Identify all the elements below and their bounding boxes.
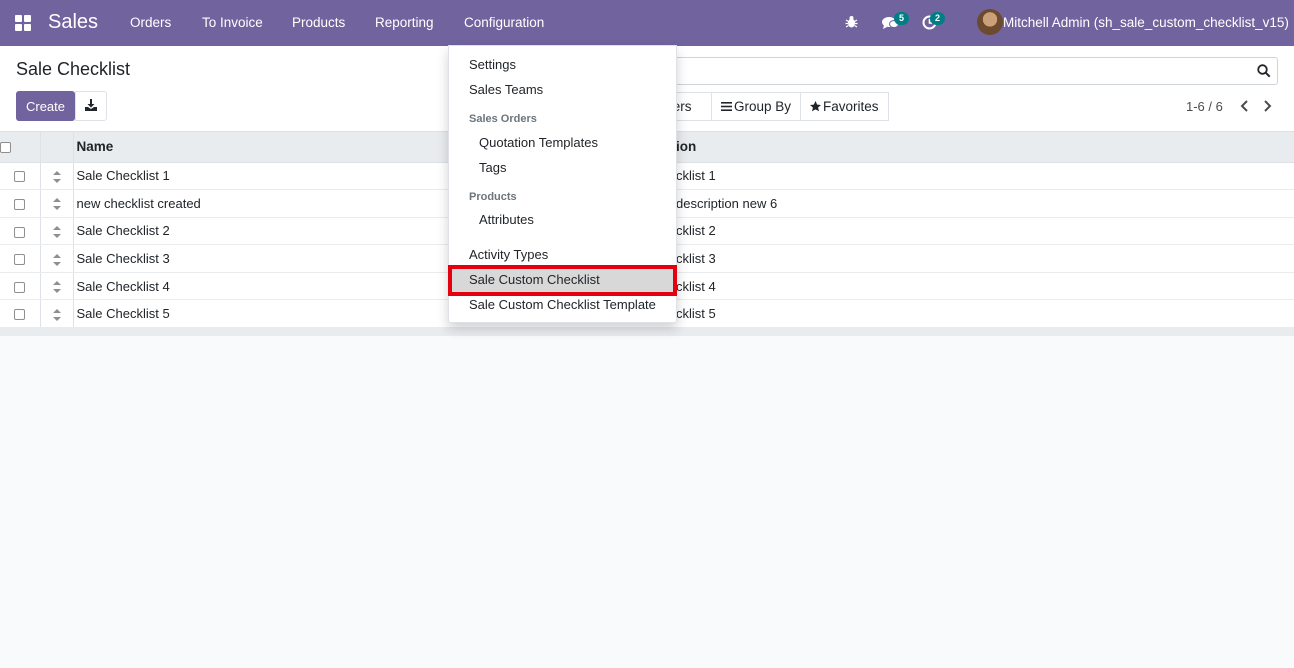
menu-item-sale-custom-checklist-template[interactable]: Sale Custom Checklist Template: [449, 293, 676, 317]
apps-menu-icon[interactable]: [15, 15, 32, 32]
menu-item-sales-teams[interactable]: Sales Teams: [449, 78, 676, 102]
download-icon: [85, 98, 97, 111]
user-avatar[interactable]: [977, 9, 1003, 35]
favorites-button[interactable]: Favorites: [800, 92, 889, 121]
row-handle-cell: [39, 217, 74, 246]
favorites-label: Favorites: [823, 99, 879, 114]
row-handle-cell: [39, 189, 74, 218]
drag-handle-icon[interactable]: [52, 281, 61, 294]
drag-handle-icon[interactable]: [52, 253, 61, 266]
activities-badge: 2: [930, 12, 946, 25]
column-header-description[interactable]: ion: [673, 132, 1294, 163]
row-description[interactable]: cklist 3: [673, 244, 1294, 273]
drag-handle-icon[interactable]: [52, 198, 61, 211]
row-description[interactable]: cklist 2: [673, 217, 1294, 246]
menu-item-sale-custom-checklist[interactable]: Sale Custom Checklist: [449, 268, 676, 292]
menu-reporting[interactable]: Reporting: [375, 15, 434, 30]
menu-to-invoice[interactable]: To Invoice: [202, 15, 263, 30]
row-handle-cell: [39, 272, 74, 301]
configuration-dropdown: Settings Sales Teams Sales Orders Quotat…: [448, 45, 677, 323]
row-handle-cell: [39, 162, 74, 191]
row-checkbox[interactable]: [14, 226, 26, 238]
drag-handle-icon[interactable]: [52, 170, 61, 183]
app-brand[interactable]: Sales: [48, 11, 98, 34]
messages-badge: 5: [894, 12, 910, 25]
menu-orders[interactable]: Orders: [130, 15, 171, 30]
row-checkbox-cell: [0, 189, 40, 218]
group-by-button[interactable]: Group By: [711, 92, 802, 121]
menu-products[interactable]: Products: [292, 15, 345, 30]
search-options: ilters Group By Favorites: [639, 92, 889, 121]
handle-header: [39, 132, 74, 163]
page-title: Sale Checklist: [16, 59, 131, 79]
top-navbar: Sales Orders To Invoice Products Reporti…: [0, 0, 1294, 46]
search-box: [640, 57, 1278, 85]
row-handle-cell: [39, 244, 74, 273]
menu-section-sales-orders: Sales Orders: [469, 113, 537, 125]
row-checkbox-cell: [0, 244, 40, 273]
row-description[interactable]: description new 6: [673, 189, 1294, 218]
row-handle-cell: [39, 299, 74, 329]
row-description[interactable]: cklist 1: [673, 162, 1294, 191]
row-description[interactable]: cklist 5: [673, 299, 1294, 329]
pager-next-icon[interactable]: [1260, 98, 1274, 114]
export-button[interactable]: [75, 91, 107, 121]
row-checkbox-cell: [0, 272, 40, 301]
user-menu[interactable]: Mitchell Admin (sh_sale_custom_checklist…: [1003, 15, 1289, 30]
group-by-icon: [721, 102, 732, 111]
search-input[interactable]: [641, 58, 1241, 84]
row-checkbox[interactable]: [14, 254, 26, 266]
table-footer: [0, 328, 1294, 336]
star-icon: [810, 101, 822, 112]
search-icon[interactable]: [1257, 64, 1271, 78]
debug-bug-icon[interactable]: [845, 15, 858, 33]
row-checkbox-cell: [0, 217, 40, 246]
drag-handle-icon[interactable]: [52, 308, 61, 321]
drag-handle-icon[interactable]: [52, 226, 61, 239]
group-by-label: Group By: [734, 99, 792, 114]
row-checkbox[interactable]: [14, 198, 26, 210]
menu-item-attributes[interactable]: Attributes: [449, 208, 676, 232]
row-checkbox-cell: [0, 162, 40, 191]
menu-item-tags[interactable]: Tags: [449, 156, 676, 180]
row-checkbox[interactable]: [14, 171, 26, 183]
row-checkbox-cell: [0, 299, 40, 329]
menu-item-quotation-templates[interactable]: Quotation Templates: [449, 131, 676, 155]
menu-section-products: Products: [469, 191, 517, 203]
create-button[interactable]: Create: [16, 91, 75, 121]
menu-configuration[interactable]: Configuration: [464, 15, 544, 30]
pager-previous-icon[interactable]: [1238, 98, 1252, 114]
menu-item-settings[interactable]: Settings: [449, 53, 676, 77]
select-all-checkbox[interactable]: [0, 142, 11, 154]
select-all-cell: [0, 132, 40, 163]
row-checkbox[interactable]: [14, 309, 26, 321]
menu-item-activity-types[interactable]: Activity Types: [449, 243, 676, 267]
row-description[interactable]: cklist 4: [673, 272, 1294, 301]
pager-value[interactable]: 1-6 / 6: [1186, 99, 1223, 114]
row-checkbox[interactable]: [14, 281, 26, 293]
